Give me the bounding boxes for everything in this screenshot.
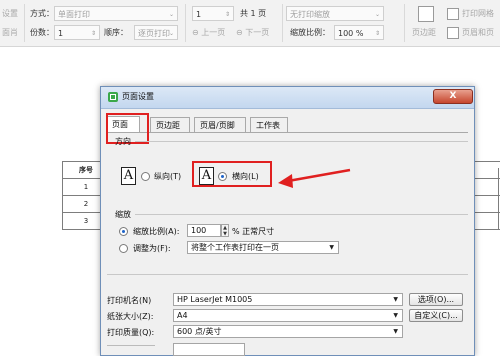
arrow-shaft (287, 168, 351, 183)
arrow-head (278, 174, 293, 188)
annotation-arrow (278, 168, 351, 188)
